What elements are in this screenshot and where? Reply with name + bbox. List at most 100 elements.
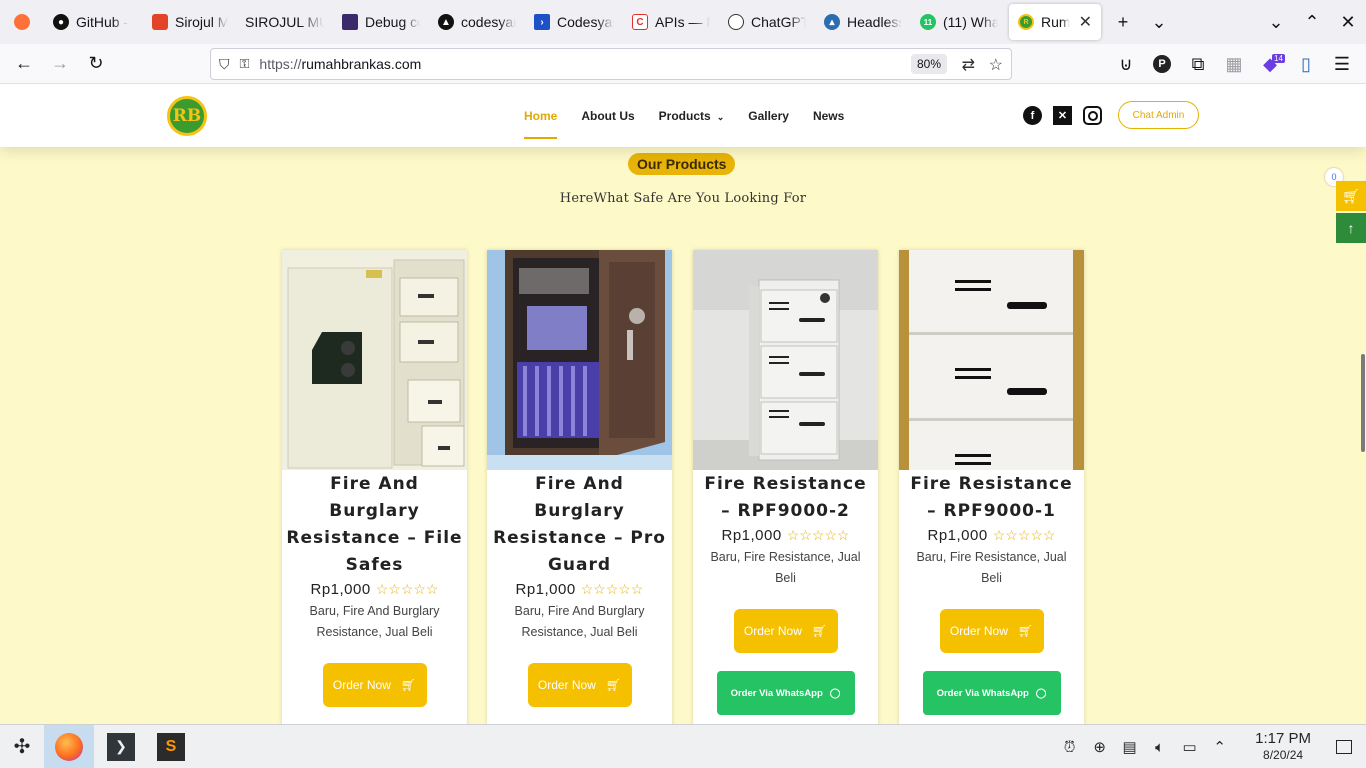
minimize-chevron-icon[interactable]: ⌄ xyxy=(1258,4,1294,40)
terminal-icon: › xyxy=(534,14,550,30)
tab-chatgpt[interactable]: ChatGPT xyxy=(719,4,815,40)
tab-label: Sirojul M xyxy=(175,14,228,30)
order-now-button[interactable]: Order Now 🛒︎ xyxy=(322,663,427,707)
lock-icon[interactable]: ⚿ xyxy=(240,56,250,72)
extension-grid-icon[interactable]: ▦ xyxy=(1216,48,1252,80)
product-categories[interactable]: Baru, Fire And Burglary Resistance, Jual… xyxy=(487,601,672,643)
order-now-button[interactable]: Order Now 🛒︎ xyxy=(733,609,838,653)
order-now-label: Order Now xyxy=(743,624,802,638)
rating-stars-icon: ☆☆☆☆☆ xyxy=(992,527,1056,543)
taskbar-firefox[interactable] xyxy=(44,724,94,768)
os-taskbar: ✣ ❯ S ⏰︎ ⊕ ▤ 🔈︎ ▭ ⌃ 1:17 PM 8/20/24 xyxy=(0,724,1366,768)
chat-admin-button[interactable]: Chat Admin xyxy=(1118,101,1199,129)
site-logo[interactable]: RB xyxy=(167,96,207,136)
tab-firefox-view[interactable] xyxy=(0,4,44,40)
shield-icon[interactable]: ⛉ xyxy=(219,56,230,73)
menu-item-news[interactable]: News xyxy=(813,103,844,129)
extension-badge-icon[interactable]: ◆ 14 xyxy=(1252,48,1288,80)
firefox-icon xyxy=(14,14,30,30)
order-whatsapp-button[interactable]: Order Via WhatsApp ◯ xyxy=(716,671,855,715)
product-title[interactable]: Fire Resistance – RPF9000-1 xyxy=(899,471,1084,525)
facebook-icon[interactable]: f xyxy=(1023,106,1042,125)
network-icon[interactable]: ▭ xyxy=(1179,738,1200,756)
tab-label: ChatGPT xyxy=(751,14,806,30)
order-now-label: Order Now xyxy=(949,624,1008,638)
translate-icon[interactable]: ⇄ xyxy=(962,55,975,75)
product-image[interactable] xyxy=(282,250,467,470)
tab-list-chevron-icon[interactable]: ⌄ xyxy=(1141,4,1177,40)
cart-icon: 🛒︎ xyxy=(1342,187,1360,204)
product-price: Rp1,000 xyxy=(927,527,988,544)
back-arrow-icon[interactable]: ← xyxy=(6,48,42,80)
cart-icon: 🛒︎ xyxy=(605,678,622,692)
whatsapp-icon: ◯ xyxy=(1035,687,1047,699)
product-card: Fire Resistance – RPF9000-1 Rp1,000 ☆☆☆☆… xyxy=(899,250,1084,724)
order-now-label: Order Now xyxy=(332,678,391,692)
product-categories[interactable]: Baru, Fire And Burglary Resistance, Jual… xyxy=(282,601,467,643)
product-title[interactable]: Fire And Burglary Resistance – File Safe… xyxy=(282,471,467,579)
menu-item-about[interactable]: About Us xyxy=(581,103,634,129)
codesyar-icon: ▲ xyxy=(438,14,454,30)
tab-codesyar-2[interactable]: › Codesyar xyxy=(525,4,623,40)
sublime-icon: S xyxy=(157,732,185,761)
app-launcher-icon[interactable]: ✣ xyxy=(0,725,44,768)
instagram-icon[interactable] xyxy=(1083,106,1102,125)
notification-bell-icon[interactable]: ⏰︎ xyxy=(1059,739,1080,756)
product-title[interactable]: Fire And Burglary Resistance – Pro Guard xyxy=(487,471,672,579)
menu-hamburger-icon[interactable]: ☰ xyxy=(1324,48,1360,80)
product-title[interactable]: Fire Resistance – RPF9000-2 xyxy=(693,471,878,525)
profile-icon[interactable]: P xyxy=(1144,48,1180,80)
arrow-up-icon: ↑ xyxy=(1347,220,1355,236)
menu-item-gallery[interactable]: Gallery xyxy=(748,103,789,129)
pocket-icon[interactable]: ⊍ xyxy=(1108,48,1144,80)
menu-item-home[interactable]: Home xyxy=(524,103,558,139)
headless-icon: ▴ xyxy=(824,14,840,30)
clock[interactable]: 1:17 PM 8/20/24 xyxy=(1255,731,1311,763)
forward-arrow-icon[interactable]: → xyxy=(42,48,78,80)
tab-github[interactable]: ● GitHub - xyxy=(44,4,143,40)
maximize-chevron-icon[interactable]: ⌃ xyxy=(1294,4,1330,40)
floating-cart-button[interactable]: 🛒︎ xyxy=(1336,181,1366,211)
product-categories[interactable]: Baru, Fire Resistance, Jual Beli xyxy=(899,547,1084,589)
taskbar-sublime[interactable]: S xyxy=(146,725,196,768)
product-price: Rp1,000 xyxy=(721,527,782,544)
tab-rumah-active[interactable]: R Rumal ✕ xyxy=(1009,4,1101,40)
taskbar-terminal[interactable]: ❯ xyxy=(96,725,146,768)
updates-icon[interactable]: ⊕ xyxy=(1089,738,1110,756)
url-bar[interactable]: ⛉ ⚿ https:// rumahbrankas.com 80% ⇄ ☆ xyxy=(210,48,1012,80)
order-now-button[interactable]: Order Now 🛒︎ xyxy=(939,609,1044,653)
product-image[interactable] xyxy=(693,250,878,470)
tab-codesyar[interactable]: ▲ codesyar xyxy=(429,4,525,40)
product-image[interactable] xyxy=(487,250,672,470)
clipboard-icon[interactable]: ▤ xyxy=(1119,738,1140,756)
extensions-puzzle-icon[interactable]: ⧉ xyxy=(1180,48,1216,80)
show-desktop-icon[interactable] xyxy=(1336,740,1352,754)
volume-icon[interactable]: 🔈︎ xyxy=(1149,739,1170,756)
x-icon[interactable]: ✕ xyxy=(1053,106,1072,125)
tab-label: GitHub - xyxy=(76,14,129,30)
close-window-icon[interactable]: ✕ xyxy=(1330,4,1366,40)
reload-icon[interactable]: ↻ xyxy=(78,48,114,80)
zoom-level[interactable]: 80% xyxy=(910,54,947,74)
device-icon[interactable]: ▯ xyxy=(1288,48,1324,80)
scroll-to-top-button[interactable]: ↑ xyxy=(1336,213,1366,243)
rating-stars-icon: ☆☆☆☆☆ xyxy=(580,581,644,597)
bookmark-star-icon[interactable]: ☆ xyxy=(989,55,1003,75)
tab-debug[interactable]: Debug co xyxy=(333,4,429,40)
tray-expand-chevron-icon[interactable]: ⌃ xyxy=(1209,738,1230,756)
page-scrollbar[interactable] xyxy=(1361,354,1365,452)
github-icon: ● xyxy=(53,14,69,30)
order-now-label: Order Now xyxy=(537,678,596,692)
tab-gitlab[interactable]: Sirojul M xyxy=(143,4,237,40)
tab-sirojul[interactable]: SIROJUL MU xyxy=(237,4,333,40)
tab-apis[interactable]: C APIs — M xyxy=(623,4,719,40)
product-categories[interactable]: Baru, Fire Resistance, Jual Beli xyxy=(693,547,878,589)
menu-item-products[interactable]: Products ⌄ xyxy=(659,103,725,129)
close-tab-icon[interactable]: ✕ xyxy=(1079,12,1092,32)
product-image[interactable] xyxy=(899,250,1084,470)
tab-headless[interactable]: ▴ Headless xyxy=(815,4,911,40)
tab-whatsapp[interactable]: 11 (11) Wha xyxy=(911,4,1007,40)
order-whatsapp-button[interactable]: Order Via WhatsApp ◯ xyxy=(922,671,1061,715)
new-tab-button[interactable]: + xyxy=(1105,4,1141,40)
order-now-button[interactable]: Order Now 🛒︎ xyxy=(527,663,632,707)
